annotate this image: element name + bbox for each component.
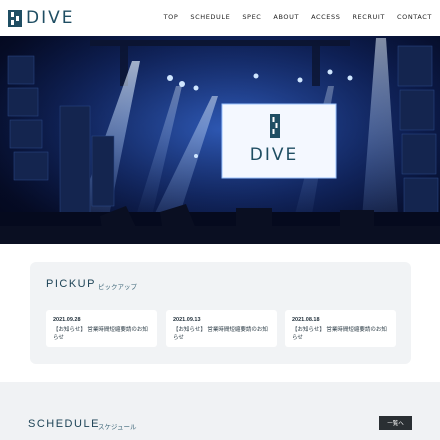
nav-access[interactable]: ACCESS xyxy=(311,13,340,21)
pickup-card[interactable]: 2021.09.28 【お知らせ】 営業時間短縮要請のお知らせ xyxy=(46,310,157,347)
pickup-card-date: 2021.09.13 xyxy=(173,317,201,323)
stage-illustration: DIVE xyxy=(0,36,440,244)
schedule-list-button[interactable]: 一覧へ xyxy=(379,416,412,430)
nav-recruit[interactable]: RECRUIT xyxy=(352,13,385,21)
schedule-subtitle: スケジュール xyxy=(98,424,137,431)
nav-about[interactable]: ABOUT xyxy=(273,13,299,21)
nav-spec[interactable]: SPEC xyxy=(242,13,261,21)
pickup-card-text: 【お知らせ】 営業時間短縮要請のお知らせ xyxy=(173,327,268,341)
hero-stage-image: DIVE xyxy=(0,36,440,244)
screen-logo-text: DIVE xyxy=(250,145,298,165)
pickup-section: PICKUP ピックアップ 2021.09.28 【お知らせ】 営業時間短縮要請… xyxy=(30,262,411,364)
site-logo[interactable]: DIVE xyxy=(8,8,74,28)
pickup-card[interactable]: 2021.09.13 【お知らせ】 営業時間短縮要請のお知らせ xyxy=(166,310,277,347)
pickup-card[interactable]: 2021.08.18 【お知らせ】 営業時間短縮要請のお知らせ xyxy=(285,310,396,347)
pickup-card-date: 2021.09.28 xyxy=(53,317,81,323)
nav-top[interactable]: TOP xyxy=(164,13,179,21)
logo-mark-icon xyxy=(8,9,22,27)
pickup-card-date: 2021.08.18 xyxy=(292,317,320,323)
main-nav: TOP SCHEDULE SPEC ABOUT ACCESS RECRUIT C… xyxy=(164,13,432,21)
logo-wordmark: DIVE xyxy=(26,8,75,28)
schedule-section: SCHEDULE スケジュール 一覧へ xyxy=(0,382,440,440)
pickup-card-text: 【お知らせ】 営業時間短縮要請のお知らせ xyxy=(53,327,148,341)
nav-schedule[interactable]: SCHEDULE xyxy=(190,13,230,21)
site-header: DIVE TOP SCHEDULE SPEC ABOUT ACCESS RECR… xyxy=(0,0,440,36)
schedule-title: SCHEDULE xyxy=(28,418,100,430)
pickup-card-text: 【お知らせ】 営業時間短縮要請のお知らせ xyxy=(292,327,387,341)
nav-contact[interactable]: CONTACT xyxy=(397,13,432,21)
pickup-subtitle: ピックアップ xyxy=(98,284,137,291)
pickup-title: PICKUP xyxy=(46,278,96,290)
